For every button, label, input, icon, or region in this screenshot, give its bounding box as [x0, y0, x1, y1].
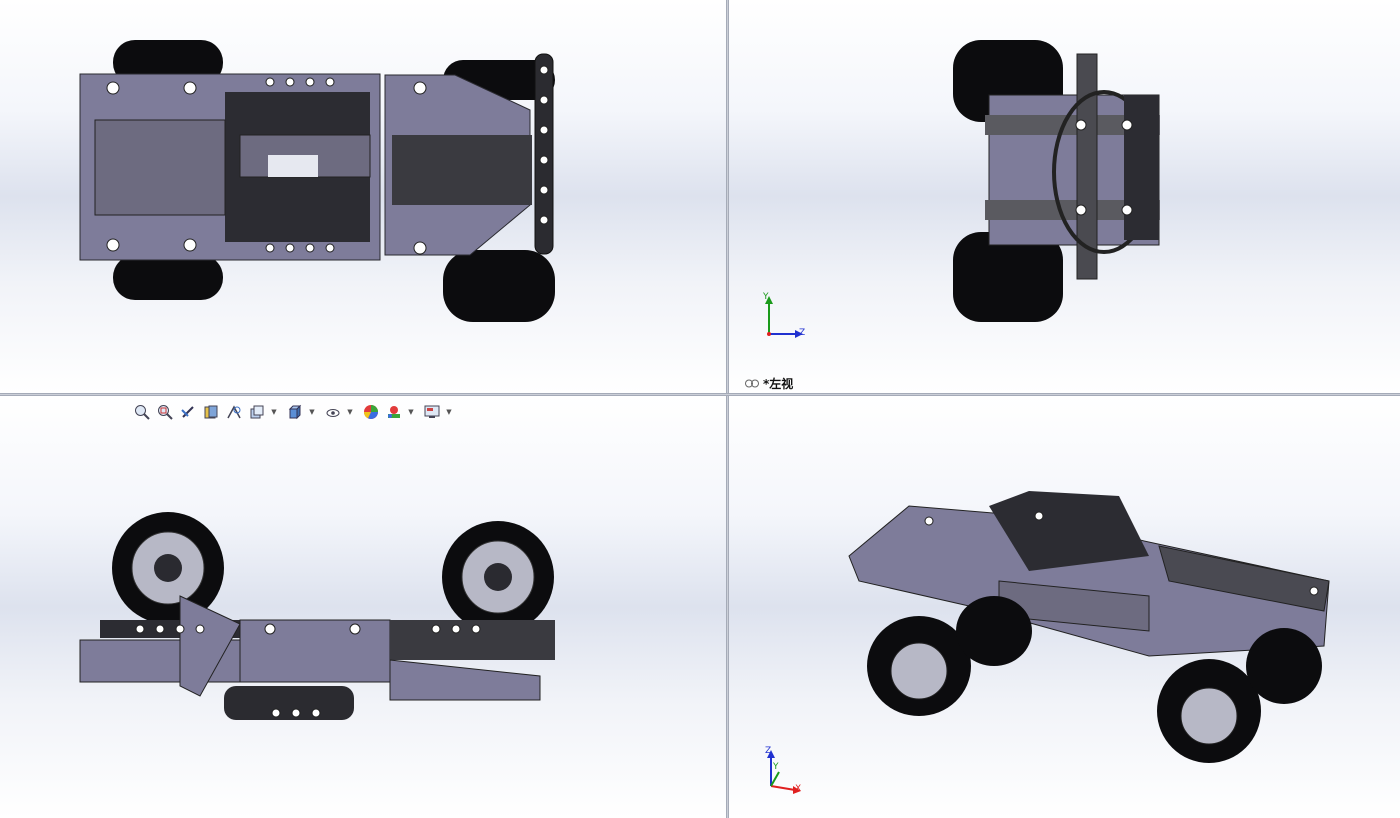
vehicle-model-left-view[interactable] [729, 0, 1400, 393]
viewport-top-view[interactable] [0, 0, 726, 393]
view-name-label: *左视 [745, 375, 793, 391]
viewport-isometric-view[interactable]: Z Y X [729, 396, 1400, 818]
triad-right-axis-label: Z [799, 328, 806, 338]
viewport-left-view[interactable]: Y Z *左视 [729, 0, 1400, 393]
triad-up-axis-label: Y [763, 292, 769, 302]
viewport-front-view[interactable]: ▼ ▼ ▼ ▼ ▼ [0, 396, 726, 818]
triad-right-axis-label: X [795, 784, 802, 794]
triad-depth-axis-label: Y [773, 762, 779, 772]
link-icon [745, 379, 759, 387]
vertical-viewport-splitter[interactable] [726, 0, 729, 818]
vehicle-model-top-view[interactable] [0, 0, 726, 393]
triad-up-axis-label: Z [765, 746, 772, 756]
horizontal-viewport-splitter[interactable] [0, 393, 1400, 396]
vehicle-model-front-view[interactable] [0, 396, 726, 818]
vehicle-model-isometric-view[interactable] [729, 396, 1400, 818]
view-name-text: *左视 [763, 376, 794, 391]
